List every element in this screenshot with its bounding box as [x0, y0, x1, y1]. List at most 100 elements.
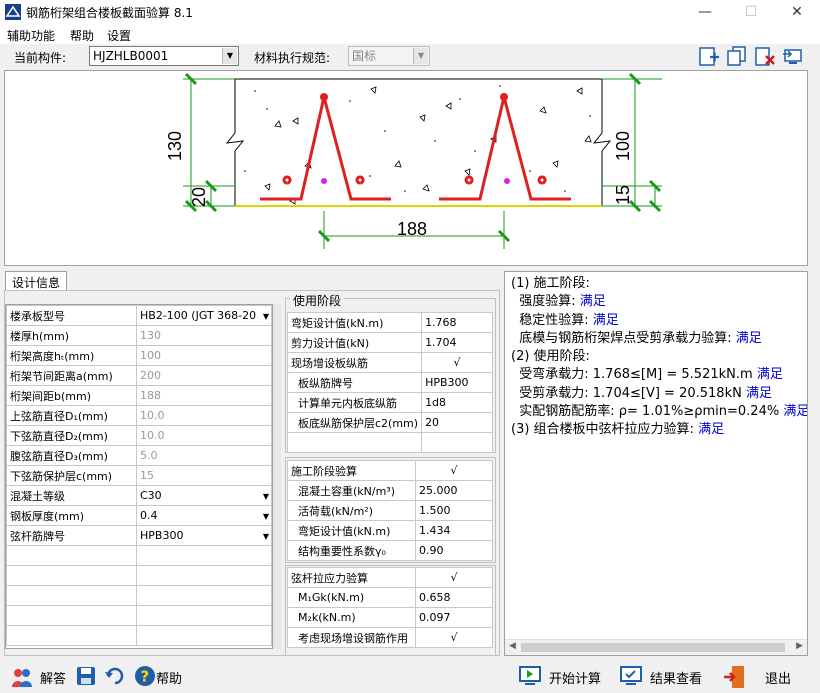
- section-row: 弯矩设计值(kN.m) 1.434: [287, 520, 493, 541]
- chevron-down-icon[interactable]: ▼: [263, 532, 269, 541]
- menu-item-settings[interactable]: 设置: [107, 27, 131, 44]
- row-value[interactable]: 0.658: [415, 587, 493, 608]
- section-checkbox[interactable]: √: [415, 460, 493, 481]
- results-hscrollbar[interactable]: ◀ ▶: [505, 639, 807, 655]
- empty-cell: [6, 585, 137, 606]
- param-value[interactable]: C30 ▼: [136, 485, 272, 506]
- param-label: 楼承板型号: [6, 305, 137, 326]
- param-row: 弦杆筋牌号 HPB300 ▼: [6, 525, 272, 546]
- param-value-text: HPB300: [140, 529, 184, 542]
- row-value[interactable]: 1.434: [415, 520, 493, 541]
- result-text: 底模与钢筋桁架焊点受剪承载力验算:: [511, 330, 732, 346]
- dim-cover-right: 15: [613, 185, 633, 205]
- maximize-button[interactable]: ☐: [728, 0, 774, 24]
- result-status: 满足: [783, 404, 808, 420]
- empty-row: [6, 625, 272, 646]
- section-row: 混凝土容重(kN/m³) 25.000: [287, 480, 493, 501]
- save-button[interactable]: [76, 666, 96, 689]
- new-component-icon[interactable]: [698, 45, 720, 70]
- param-row: 桁架节间距离a(mm) 200: [6, 365, 272, 386]
- param-label: 桁架间距b(mm): [6, 385, 137, 406]
- scroll-thumb[interactable]: [521, 643, 785, 652]
- code-value: 国标: [352, 49, 377, 63]
- chevron-down-icon[interactable]: ▼: [263, 312, 269, 321]
- row-value[interactable]: 20: [421, 412, 493, 433]
- exit-label: 退出: [765, 672, 792, 687]
- row-value[interactable]: HPB300: [421, 372, 493, 393]
- row-value[interactable]: √: [421, 352, 493, 373]
- result-status: 满足: [745, 385, 772, 401]
- view-results-label: 结果查看: [650, 672, 703, 687]
- menu-bar: 辅助功能 帮助 设置: [0, 24, 820, 44]
- result-text: 强度验算:: [511, 294, 576, 310]
- param-label: 下弦筋直径D₂(mm): [6, 425, 137, 446]
- scroll-right-icon[interactable]: ▶: [796, 641, 803, 651]
- menu-item-help[interactable]: 帮助: [70, 27, 94, 44]
- save-icon: [77, 667, 95, 685]
- result-text: 受剪承载力: 1.704≤[V] = 20.518kN: [511, 385, 742, 401]
- param-value[interactable]: 0.4 ▼: [136, 505, 272, 526]
- menu-item-aux[interactable]: 辅助功能: [7, 27, 55, 44]
- param-label: 腹弦筋直径D₃(mm): [6, 445, 137, 466]
- empty-row: [6, 585, 272, 606]
- row-value[interactable]: 0.097: [415, 607, 493, 628]
- component-select[interactable]: HJZHLB0001 ▼: [89, 46, 239, 66]
- empty-cell: [421, 432, 493, 453]
- window-title: 钢筋桁架组合楼板截面验算 8.1: [26, 6, 193, 20]
- empty-row: [6, 605, 272, 626]
- minimize-button[interactable]: —: [682, 0, 728, 24]
- param-value: 130: [136, 325, 272, 346]
- param-label: 上弦筋直径D₁(mm): [6, 405, 137, 426]
- empty-cell: [6, 625, 137, 646]
- empty-cell: [6, 565, 137, 586]
- undo-button[interactable]: [104, 666, 126, 689]
- use-stage-table: 弯矩设计值(kN.m) 1.768 剪力设计值(kN) 1.704 现场增设板纵筋 √ 板纵…: [286, 312, 493, 453]
- param-value: 10.0: [136, 425, 272, 446]
- empty-row: [6, 545, 272, 566]
- param-value-text: C30: [140, 489, 162, 502]
- param-label: 钢板厚度(mm): [6, 505, 137, 526]
- row-value[interactable]: 1.500: [415, 500, 493, 521]
- close-button[interactable]: ✕: [774, 0, 820, 24]
- section-checkbox[interactable]: √: [415, 567, 493, 588]
- param-value-text: 10.0: [140, 429, 165, 442]
- delete-component-icon[interactable]: [754, 45, 776, 70]
- row-value[interactable]: 1.768: [421, 312, 493, 333]
- row-label: 计算单元内板底纵筋: [286, 392, 423, 413]
- param-value[interactable]: HB2-100 (JGT 368-20 ▼: [136, 305, 272, 326]
- start-calc-label: 开始计算: [549, 672, 602, 687]
- empty-cell: [136, 545, 272, 566]
- row-value[interactable]: 1d8: [421, 392, 493, 413]
- export-icon[interactable]: [782, 45, 804, 70]
- explain-label: 解答: [40, 672, 67, 687]
- param-label: 弦杆筋牌号: [6, 525, 137, 546]
- result-line: 受弯承载力: 1.768≤[M] = 5.521kN.m 满足: [511, 366, 807, 384]
- section-header-row: 弦杆拉应力验算 √: [287, 567, 493, 588]
- monitor-check-icon: [620, 666, 642, 685]
- result-text: 受弯承载力: 1.768≤[M] = 5.521kN.m: [511, 367, 753, 383]
- section-row: 活荷载(kN/m²) 1.500: [287, 500, 493, 521]
- row-value[interactable]: 1.704: [421, 332, 493, 353]
- chevron-down-icon[interactable]: ▼: [263, 512, 269, 521]
- chevron-down-icon[interactable]: ▼: [263, 492, 269, 501]
- row-value[interactable]: √: [415, 627, 493, 648]
- row-label: 活荷载(kN/m²): [287, 500, 416, 521]
- param-value: 100: [136, 345, 272, 366]
- empty-cell: [136, 585, 272, 606]
- empty-row: [286, 432, 493, 453]
- row-value[interactable]: 25.000: [415, 480, 493, 501]
- empty-cell: [6, 605, 137, 626]
- row-value[interactable]: 0.90: [415, 540, 493, 561]
- param-value-text: 200: [140, 369, 161, 382]
- params-scrollbar[interactable]: [273, 304, 281, 649]
- result-line: 实配钢筋配筋率: ρ= 1.01%≥ρmin=0.24% 满足: [511, 403, 808, 421]
- copy-component-icon[interactable]: [726, 45, 748, 70]
- section-row: 板纵筋牌号 HPB300: [286, 372, 493, 393]
- results-panel: (1) 施工阶段: 强度验算: 满足 稳定性验算: 满足 底模与钢筋桁架焊点受剪…: [504, 271, 808, 656]
- code-select[interactable]: 国标 ▼: [348, 46, 430, 66]
- scroll-left-icon[interactable]: ◀: [509, 641, 516, 651]
- component-value: HJZHLB0001: [93, 49, 169, 63]
- params-grid-box: 楼承板型号 HB2-100 (JGT 368-20 ▼ 楼厚h(mm) 130 桁架高度h…: [5, 304, 273, 649]
- param-label: 桁架节间距离a(mm): [6, 365, 137, 386]
- param-value[interactable]: HPB300 ▼: [136, 525, 272, 546]
